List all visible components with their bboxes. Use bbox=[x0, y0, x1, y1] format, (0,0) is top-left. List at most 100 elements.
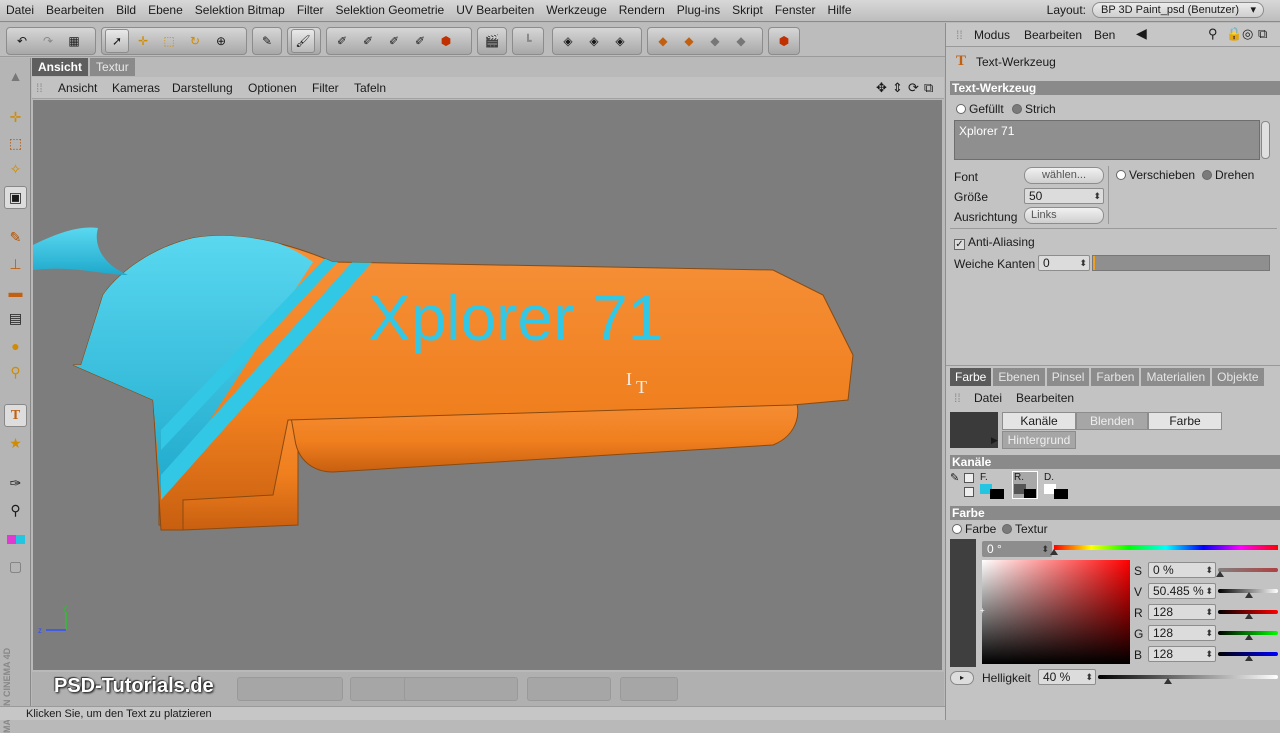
bottom-group-4[interactable] bbox=[527, 677, 611, 701]
lasso-icon[interactable]: ✧ bbox=[4, 158, 27, 181]
brightness-field[interactable]: 40 % bbox=[1038, 669, 1096, 685]
menu-filter[interactable]: Filter bbox=[291, 0, 330, 21]
view-menu-darstellung[interactable]: Darstellung bbox=[172, 81, 233, 95]
maximize-icon[interactable]: ⧉ bbox=[924, 80, 933, 96]
font-choose-button[interactable]: wählen... bbox=[1024, 167, 1104, 184]
cube2-icon[interactable]: ◆ bbox=[677, 29, 701, 53]
s-slider-handle[interactable] bbox=[1216, 571, 1224, 577]
tab-textur[interactable]: Textur bbox=[90, 58, 135, 76]
select-arrow-icon[interactable]: ➚ bbox=[105, 29, 129, 53]
hue-slider[interactable] bbox=[1054, 545, 1278, 550]
b-field[interactable]: 128 bbox=[1148, 646, 1216, 662]
paint-3d-icon[interactable]: 🖌 bbox=[291, 29, 315, 53]
soft-slider-handle[interactable] bbox=[1093, 256, 1095, 270]
tab-ansicht[interactable]: Ansicht bbox=[32, 58, 89, 76]
subtab-hintergrund[interactable]: Hintergrund bbox=[1002, 431, 1076, 449]
checker1-icon[interactable]: ◈ bbox=[556, 29, 580, 53]
clapper-icon[interactable]: 🎬 bbox=[481, 29, 503, 53]
menu-werkzeuge[interactable]: Werkzeuge bbox=[540, 0, 612, 21]
menu-bearbeiten[interactable]: Bearbeiten bbox=[40, 0, 110, 21]
text-scrollbar[interactable] bbox=[1261, 121, 1270, 159]
fill-radio[interactable]: Gefüllt bbox=[956, 102, 1004, 116]
brightness-slider[interactable] bbox=[1098, 675, 1278, 679]
rotate-icon[interactable]: ↻ bbox=[183, 29, 207, 53]
subtab-blenden[interactable]: Blenden bbox=[1076, 412, 1148, 430]
undo-icon[interactable]: ↶ bbox=[10, 29, 34, 53]
render-checker-icon[interactable]: ▦ bbox=[62, 29, 86, 53]
view-menu-filter[interactable]: Filter bbox=[312, 81, 339, 95]
menu-rendern[interactable]: Rendern bbox=[613, 0, 671, 21]
sv-picker[interactable] bbox=[982, 560, 1130, 664]
menu-selektion-geometrie[interactable]: Selektion Geometrie bbox=[330, 0, 451, 21]
checker3-icon[interactable]: ◈ bbox=[608, 29, 632, 53]
menu-datei[interactable]: Datei bbox=[0, 0, 40, 21]
s-slider[interactable] bbox=[1218, 568, 1278, 572]
channel-f-check2[interactable] bbox=[964, 487, 974, 497]
quickmask-icon[interactable]: ▢ bbox=[4, 555, 27, 578]
channel-d-swatch2[interactable] bbox=[1054, 489, 1068, 499]
tab-ebenen[interactable]: Ebenen bbox=[993, 368, 1045, 386]
scale-icon[interactable]: ⬚ bbox=[157, 29, 181, 53]
bottom-group-3[interactable] bbox=[404, 677, 518, 701]
menu-skript[interactable]: Skript bbox=[726, 0, 769, 21]
subtab-farbe[interactable]: Farbe bbox=[1148, 412, 1222, 430]
paint-brush-icon[interactable]: ✐ bbox=[330, 29, 354, 53]
r-field[interactable]: 128 bbox=[1148, 604, 1216, 620]
mode-color-radio[interactable]: Farbe bbox=[952, 522, 996, 536]
fill-drop-icon[interactable]: ● bbox=[4, 334, 27, 357]
hue-field[interactable]: 0 ° bbox=[982, 541, 1052, 557]
layout-dropdown[interactable]: BP 3D Paint_psd (Benutzer) bbox=[1092, 2, 1264, 18]
color-swatch-icon[interactable] bbox=[4, 528, 27, 551]
attr-menu-ben[interactable]: Ben bbox=[1094, 28, 1115, 42]
rotate-radio[interactable]: Drehen bbox=[1202, 168, 1254, 182]
menu-selektion-bitmap[interactable]: Selektion Bitmap bbox=[189, 0, 291, 21]
b-slider-handle[interactable] bbox=[1245, 655, 1253, 661]
grid-icon[interactable]: ┗ bbox=[516, 29, 540, 53]
soft-field[interactable]: 0 bbox=[1038, 255, 1090, 271]
bottom-group-2[interactable] bbox=[350, 677, 410, 701]
size-field[interactable]: 50 bbox=[1024, 188, 1104, 204]
view-menu-kameras[interactable]: Kameras bbox=[112, 81, 160, 95]
paint-uv3-icon[interactable]: ✐ bbox=[408, 29, 432, 53]
mode-texture-radio[interactable]: Textur bbox=[1002, 522, 1048, 536]
view-menu-tafeln[interactable]: Tafeln bbox=[354, 81, 386, 95]
v-slider-handle[interactable] bbox=[1245, 592, 1253, 598]
star-icon[interactable]: ★ bbox=[4, 432, 27, 455]
channel-r-swatch2[interactable] bbox=[1024, 489, 1036, 498]
menu-fenster[interactable]: Fenster bbox=[769, 0, 822, 21]
menu-plugins[interactable]: Plug-ins bbox=[671, 0, 726, 21]
channel-f-swatch2[interactable] bbox=[990, 489, 1004, 499]
v-field[interactable]: 50.485 % bbox=[1148, 583, 1216, 599]
cube3-icon[interactable]: ◆ bbox=[703, 29, 727, 53]
subtab-kanaele[interactable]: Kanäle bbox=[1002, 412, 1076, 430]
cube4-icon[interactable]: ◆ bbox=[729, 29, 753, 53]
s-field[interactable]: 0 % bbox=[1148, 562, 1216, 578]
hexagon2-icon[interactable]: ⬢ bbox=[772, 29, 796, 53]
lock-icon[interactable]: 🔒 bbox=[1226, 26, 1242, 42]
viewport[interactable]: Xplorer 71 I T y z bbox=[33, 100, 942, 670]
g-field[interactable]: 128 bbox=[1148, 625, 1216, 641]
tab-materialien[interactable]: Materialien bbox=[1141, 368, 1211, 386]
stamp-icon[interactable]: ⊥ bbox=[4, 253, 27, 276]
zoom-hand-icon[interactable]: ⚲ bbox=[4, 499, 27, 522]
brightness-slider-handle[interactable] bbox=[1164, 678, 1172, 684]
g-slider-handle[interactable] bbox=[1245, 634, 1253, 640]
align-dropdown[interactable]: Links bbox=[1024, 207, 1104, 224]
eyedropper-icon[interactable]: ✑ bbox=[4, 472, 27, 495]
redo-icon[interactable]: ↷ bbox=[36, 29, 60, 53]
eraser-icon[interactable]: ▬ bbox=[4, 280, 27, 303]
menu-bild[interactable]: Bild bbox=[110, 0, 142, 21]
rect-select-icon[interactable]: ⬚ bbox=[4, 132, 27, 155]
aa-checkbox[interactable]: ✓ Anti-Aliasing bbox=[954, 235, 1035, 250]
dolly-icon[interactable]: ⇕ bbox=[892, 80, 903, 96]
expand-arrow-icon[interactable]: ▶ bbox=[991, 435, 998, 446]
attr-menu-modus[interactable]: Modus bbox=[974, 28, 1010, 42]
sv-picker-cursor[interactable]: + bbox=[980, 606, 985, 615]
bottom-group-5[interactable] bbox=[620, 677, 678, 701]
r-slider-handle[interactable] bbox=[1245, 613, 1253, 619]
tab-farbe[interactable]: Farbe bbox=[950, 368, 992, 386]
zoom-icon[interactable]: ⚲ bbox=[4, 361, 27, 384]
search-icon[interactable]: ⚲ bbox=[1208, 26, 1218, 42]
back-arrow-icon[interactable]: ◀ bbox=[1136, 25, 1147, 42]
text-tool-icon[interactable]: T bbox=[4, 404, 27, 427]
